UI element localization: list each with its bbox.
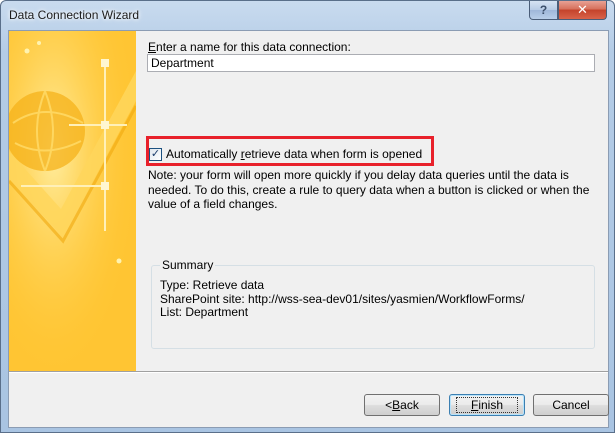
close-button[interactable]: ✕ (558, 1, 607, 20)
banner-artwork-icon (9, 31, 136, 371)
wizard-window: Data Connection Wizard ? ✕ Enter a name … (0, 0, 615, 433)
help-icon: ? (539, 3, 548, 17)
summary-group: Summary Type: Retrieve data SharePoint s… (151, 258, 595, 349)
title-bar[interactable]: Data Connection Wizard ? ✕ (1, 1, 615, 31)
auto-retrieve-checkbox[interactable]: ✓ Automatically retrieve data when form … (149, 147, 422, 161)
summary-sharepoint-site: SharePoint site: http://wss-sea-dev01/si… (160, 291, 525, 306)
footer-separator (9, 371, 608, 373)
back-button[interactable]: < Back (364, 394, 440, 416)
connection-name-label: Enter a name for this data connection: (148, 40, 351, 54)
close-icon: ✕ (577, 2, 588, 17)
wizard-content: Enter a name for this data connection: ✓… (136, 31, 608, 371)
finish-focus-ring: Finish (455, 397, 519, 413)
checkbox-checked-icon[interactable]: ✓ (149, 147, 162, 161)
performance-note: Note: your form will open more quickly i… (148, 168, 590, 211)
summary-details: Type: Retrieve data SharePoint site: htt… (160, 278, 525, 320)
summary-title: Summary (160, 258, 216, 272)
wizard-banner-graphic (9, 31, 136, 371)
summary-list: List: Department (160, 305, 249, 319)
cancel-button[interactable]: Cancel (533, 394, 609, 416)
connection-name-input[interactable] (147, 54, 595, 72)
help-button[interactable]: ? (529, 1, 558, 20)
dialog-client-area: Enter a name for this data connection: ✓… (8, 30, 609, 428)
window-title: Data Connection Wizard (9, 8, 140, 22)
summary-type: Type: Retrieve data (160, 278, 265, 292)
finish-button[interactable]: Finish (449, 394, 525, 416)
auto-retrieve-label: Automatically retrieve data when form is… (166, 147, 423, 161)
